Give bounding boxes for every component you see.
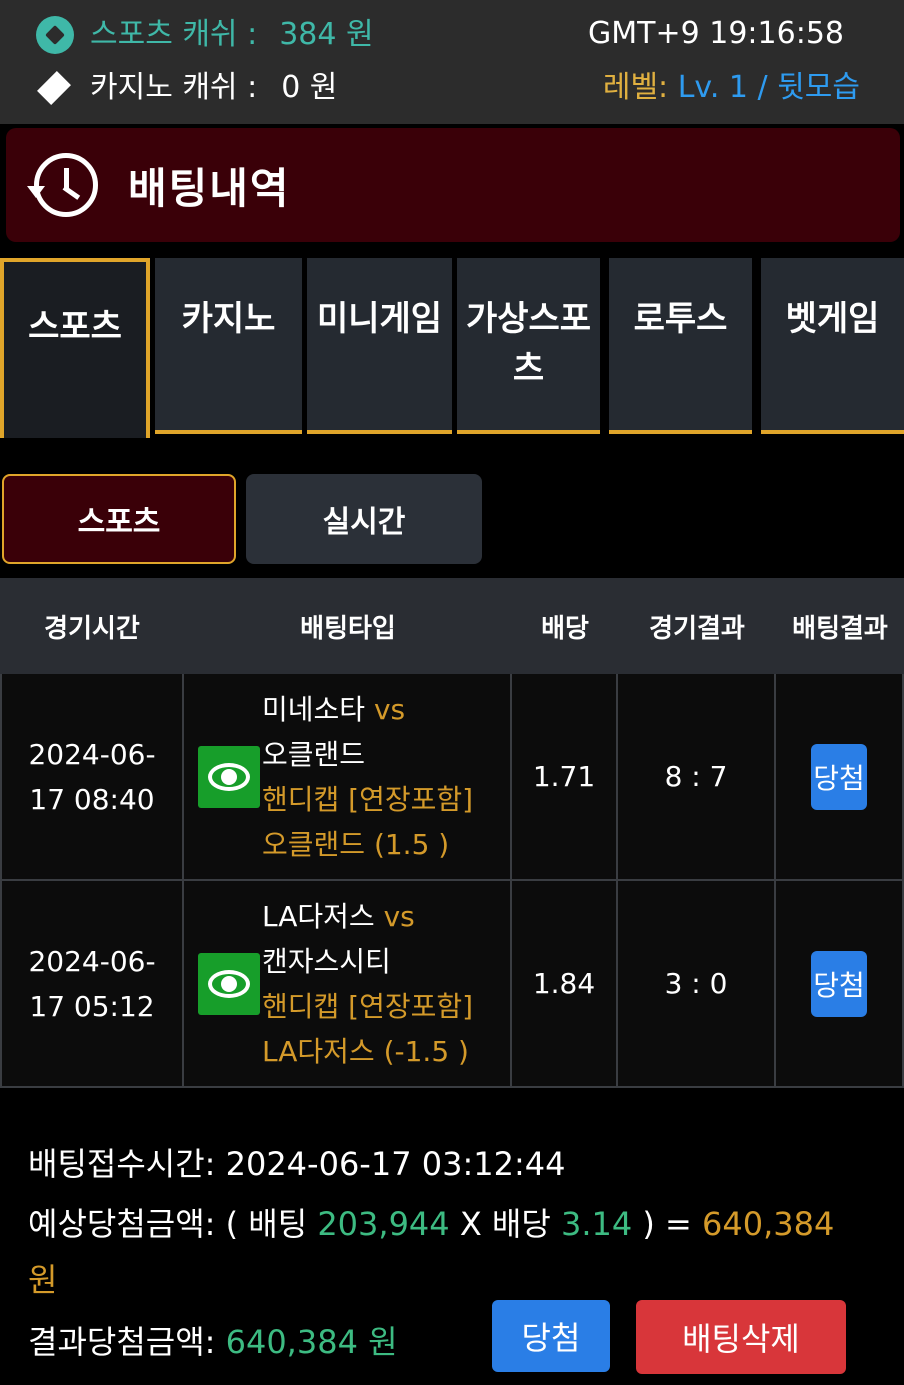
bet-result: 당첨 xyxy=(776,881,904,1086)
tab-virtual-sports[interactable]: 가상스포 츠 xyxy=(457,258,600,434)
home-team: 미네소타 xyxy=(262,692,366,726)
bet-amount: 203,944 xyxy=(317,1205,450,1243)
total-odds: 3.14 xyxy=(560,1205,633,1243)
bet-label: 배팅 xyxy=(248,1205,308,1243)
level-value[interactable]: Lv. 1 / 뒷모습 xyxy=(678,70,860,105)
casino-cash: 카지노 캐쉬 : 0 원 xyxy=(36,70,337,106)
status-bar: 스포츠 캐쉬 : 384 원 카지노 캐쉬 : 0 원 GMT+9 19:16:… xyxy=(0,0,904,124)
bet-type: LA다저스 vs 캔자스시티 핸디캡 [연장포함] LA다저스 (-1.5 ) xyxy=(184,881,512,1086)
match-time: 2024-06- 17 05:12 xyxy=(2,881,184,1086)
table-row: 2024-06- 17 08:40 미네소타 vs 오클랜드 핸디캡 [연장포함… xyxy=(0,674,904,881)
tab-label: 미니게임 xyxy=(316,299,443,339)
vs-label: vs xyxy=(373,692,406,726)
odds: 1.84 xyxy=(512,881,618,1086)
expected-amount: 예상당첨금액: ( 배팅 203,944 X 배당 3.14 ) = 640,3… xyxy=(28,1196,834,1252)
received-value: 2024-06-17 03:12:44 xyxy=(225,1145,566,1183)
clock: GMT+9 19:16:58 xyxy=(588,16,844,51)
win-button[interactable]: 당첨 xyxy=(492,1300,610,1372)
tab-sports[interactable]: 스포츠 xyxy=(0,258,150,438)
tab-lotus[interactable]: 로투스 xyxy=(609,258,752,434)
sports-cash-label: 스포츠 캐쉬 : xyxy=(90,17,258,52)
odds: 1.71 xyxy=(512,674,618,879)
vs-label: vs xyxy=(383,899,415,933)
level-label: 레벨: xyxy=(602,70,669,105)
soccer-ball-icon xyxy=(36,16,74,54)
date-line1: 2024-06- xyxy=(28,737,156,771)
home-team: LA다저스 xyxy=(262,899,375,933)
tab-betgame[interactable]: 벳게임 xyxy=(761,258,904,434)
tab-casino[interactable]: 카지노 xyxy=(155,258,302,434)
casino-cash-value: 0 원 xyxy=(281,70,338,105)
win-badge: 당첨 xyxy=(811,743,867,810)
col-match-time: 경기시간 xyxy=(44,613,140,644)
bet-result: 당첨 xyxy=(776,674,904,879)
col-bet-type: 배팅타입 xyxy=(300,613,396,644)
date-line2: 17 08:40 xyxy=(29,782,155,816)
level-info: 레벨: Lv. 1 / 뒷모습 xyxy=(603,70,860,106)
eye-icon[interactable] xyxy=(198,952,260,1015)
sports-cash: 스포츠 캐쉬 : 384 원 xyxy=(36,16,374,54)
match-score: 3 : 0 xyxy=(618,881,776,1086)
table-header: 경기시간 배팅타입 배당 경기결과 배팅결과 xyxy=(0,578,904,674)
result-value: 640,384 원 xyxy=(225,1323,398,1361)
page-header: 배팅내역 xyxy=(6,128,900,242)
result-label: 결과당첨금액: xyxy=(28,1323,216,1361)
received-time: 배팅접수시간: 2024-06-17 03:12:44 xyxy=(28,1136,834,1192)
expected-value: 640,384 xyxy=(702,1205,835,1243)
away-team: 오클랜드 xyxy=(262,737,366,771)
open-paren: ( xyxy=(225,1205,239,1243)
times-sign: X xyxy=(459,1205,482,1243)
bet-type: 미네소타 vs 오클랜드 핸디캡 [연장포함] 오클랜드 (1.5 ) xyxy=(184,674,512,879)
tab-label-line2: 츠 xyxy=(512,349,545,389)
expected-label: 예상당첨금액: xyxy=(28,1205,216,1243)
casino-cash-label: 카지노 캐쉬 : xyxy=(90,70,258,105)
market: 핸디캡 [연장포함] xyxy=(262,782,474,816)
win-badge: 당첨 xyxy=(811,950,867,1017)
tab-label: 벳게임 xyxy=(785,299,880,339)
close-paren: ) = xyxy=(642,1205,692,1243)
delete-bet-button[interactable]: 배팅삭제 xyxy=(636,1300,846,1374)
match-time: 2024-06- 17 08:40 xyxy=(2,674,184,879)
history-clock-icon xyxy=(27,153,98,217)
match-score: 8 : 7 xyxy=(618,674,776,879)
received-label: 배팅접수시간: xyxy=(28,1145,216,1183)
eye-icon[interactable] xyxy=(198,745,260,808)
date-line1: 2024-06- xyxy=(28,944,156,978)
date-line2: 17 05:12 xyxy=(29,989,155,1023)
col-bet-result: 배팅결과 xyxy=(792,613,888,644)
market: 핸디캡 [연장포함] xyxy=(262,989,474,1023)
tab-label: 로투스 xyxy=(633,299,728,339)
odds-label: 배당 xyxy=(491,1205,551,1243)
pick: LA다저스 (-1.5 ) xyxy=(262,1034,469,1068)
tab-label: 카지노 xyxy=(181,299,276,339)
tab-label-line1: 가상스포 xyxy=(465,299,592,339)
tab-label: 스포츠 xyxy=(28,307,122,347)
page-title: 배팅내역 xyxy=(128,163,291,213)
category-tabs: 스포츠 카지노 미니게임 가상스포 츠 로투스 벳게임 xyxy=(0,258,904,438)
away-team: 캔자스시티 xyxy=(262,944,391,978)
table-row: 2024-06- 17 05:12 LA다저스 vs 캔자스시티 핸디캡 [연장… xyxy=(0,881,904,1088)
sports-cash-value: 384 원 xyxy=(279,17,374,52)
subtab-live[interactable]: 실시간 xyxy=(246,474,482,564)
col-odds: 배당 xyxy=(541,613,589,644)
subtab-sports[interactable]: 스포츠 xyxy=(2,474,236,564)
col-match-result: 경기결과 xyxy=(649,613,745,644)
bet-history-table: 경기시간 배팅타입 배당 경기결과 배팅결과 2024-06- 17 08:40… xyxy=(0,578,904,1088)
tab-minigame[interactable]: 미니게임 xyxy=(307,258,452,434)
diamond-icon xyxy=(37,71,71,105)
pick: 오클랜드 (1.5 ) xyxy=(262,827,450,861)
